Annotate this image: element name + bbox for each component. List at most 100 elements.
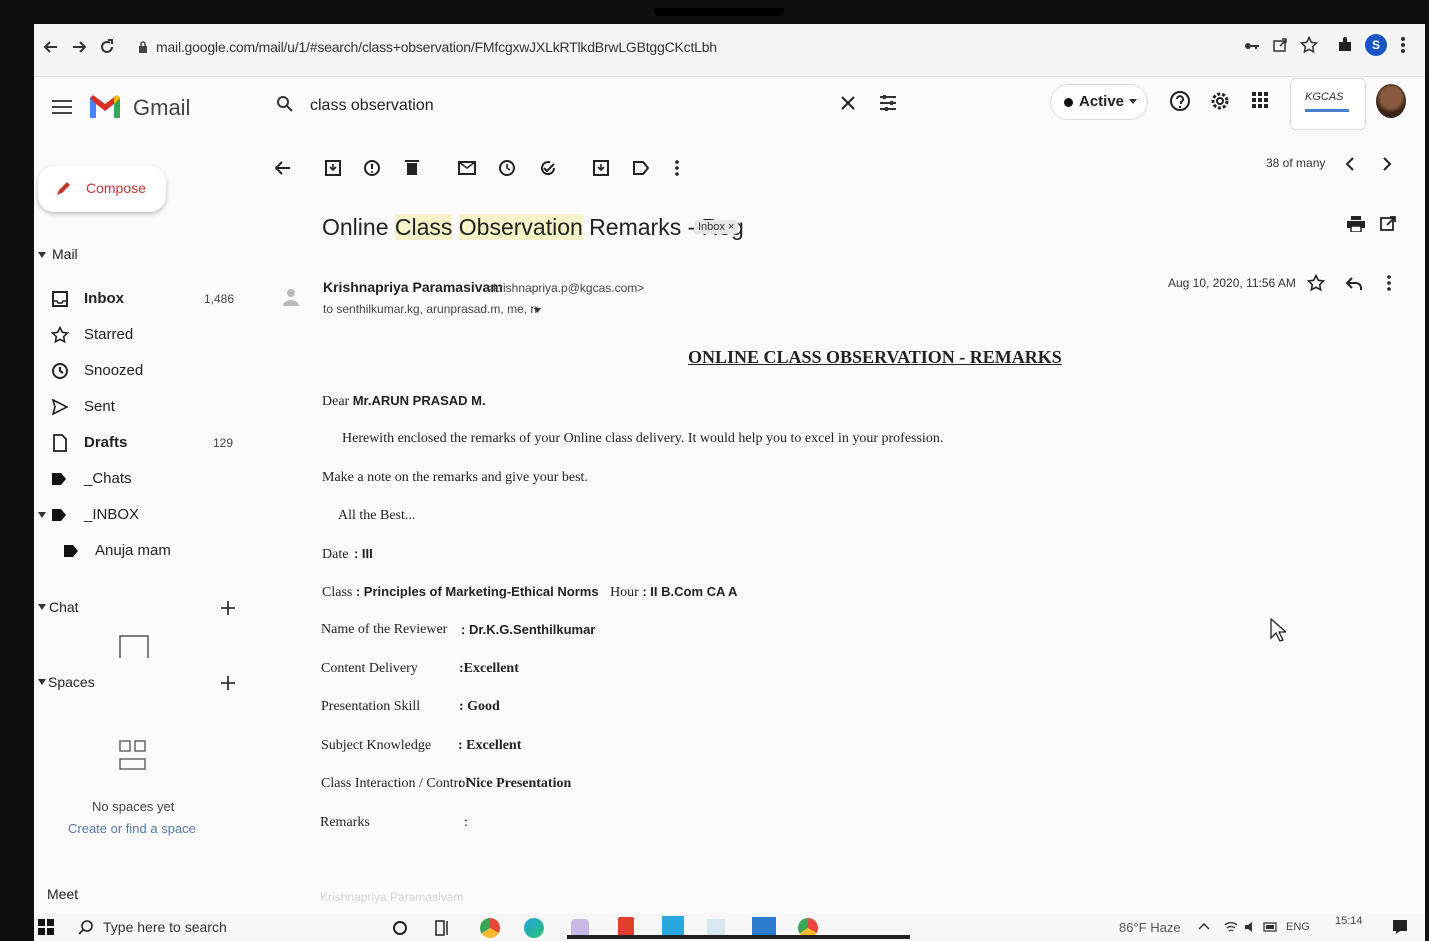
- label-as-icon[interactable]: [633, 161, 649, 175]
- spaces-empty-icon: [118, 739, 148, 775]
- status-button[interactable]: Active: [1050, 84, 1148, 120]
- bookmark-star-icon[interactable]: [1300, 36, 1318, 54]
- gmail-logo-icon[interactable]: [88, 92, 122, 120]
- sidebar-item-drafts[interactable]: Drafts 129: [50, 432, 260, 456]
- notifications-icon[interactable]: [1392, 919, 1408, 935]
- forward-arrow-icon[interactable]: [70, 38, 88, 56]
- search-input[interactable]: class observation: [310, 97, 434, 115]
- message-more-icon[interactable]: [1387, 275, 1391, 291]
- sidebar-item-label: Drafts: [84, 434, 128, 451]
- new-space-plus-icon[interactable]: [220, 675, 236, 691]
- settings-gear-icon[interactable]: [1209, 90, 1231, 112]
- sidebar-item-anuja-mam[interactable]: Anuja mam: [62, 540, 260, 564]
- search-options-icon[interactable]: [878, 93, 898, 113]
- chevron-left-icon[interactable]: [1345, 156, 1355, 172]
- weather-text[interactable]: 86°F Haze: [1119, 920, 1181, 935]
- edge-app-icon[interactable]: [524, 918, 544, 938]
- chat-section-label: Chat: [49, 599, 79, 615]
- label-icon: [52, 509, 66, 521]
- profile-avatar[interactable]: S: [1365, 34, 1387, 56]
- star-message-icon[interactable]: [1307, 274, 1325, 292]
- chat-collapse-icon[interactable]: [38, 604, 46, 610]
- inbox-label-badge[interactable]: Inbox ×: [694, 220, 739, 234]
- browser-toolbar: mail.google.com/mail/u/1/#search/class+o…: [34, 24, 1425, 77]
- new-chat-plus-icon[interactable]: [220, 600, 236, 616]
- print-icon[interactable]: [1347, 216, 1365, 232]
- add-to-tasks-icon[interactable]: [539, 159, 557, 177]
- subject-part: Online: [322, 214, 395, 240]
- battery-icon[interactable]: [1263, 922, 1279, 932]
- content-delivery-label: Content Delivery: [321, 661, 418, 676]
- recipients-text: to senthilkumar.kg, arunprasad.m, me, rr: [323, 302, 539, 316]
- move-to-icon[interactable]: [593, 160, 609, 176]
- sidebar-item-label: Snoozed: [84, 362, 144, 379]
- help-icon[interactable]: [1169, 90, 1191, 112]
- sidebar-item-chats[interactable]: _Chats: [50, 468, 260, 492]
- search-icon[interactable]: [276, 95, 294, 113]
- body-line-2: Make a note on the remarks and give your…: [322, 470, 588, 485]
- spaces-collapse-icon[interactable]: [38, 679, 46, 685]
- org-logo[interactable]: KGCAS: [1290, 78, 1366, 130]
- clear-search-icon[interactable]: [840, 95, 856, 111]
- sidebar-item-label: Inbox: [84, 290, 124, 307]
- sidebar-item-starred[interactable]: Starred: [50, 324, 260, 348]
- sidebar-item-sent[interactable]: Sent: [50, 396, 260, 420]
- sidebar-item-label: _INBOX: [84, 506, 140, 523]
- draft-file-icon: [53, 434, 67, 452]
- main-menu-icon[interactable]: [52, 99, 72, 115]
- back-arrow-icon[interactable]: [42, 38, 60, 56]
- class-interaction-label: Class Interaction / Control: [321, 776, 470, 791]
- clock-time[interactable]: 15:14: [1335, 915, 1363, 927]
- address-bar[interactable]: mail.google.com/mail/u/1/#search/class+o…: [156, 39, 717, 55]
- compose-button[interactable]: Compose: [38, 166, 166, 212]
- status-label: Active: [1079, 93, 1125, 110]
- sidebar-item-inbox-label[interactable]: _INBOX: [38, 504, 260, 528]
- snooze-clock-icon[interactable]: [499, 160, 515, 176]
- signature-text: Krishnapriya Paramasivam: [320, 890, 464, 904]
- no-spaces-text: No spaces yet: [92, 799, 175, 814]
- create-space-link[interactable]: Create or find a space: [68, 821, 196, 836]
- class-row: Class : Principles of Marketing-Ethical …: [322, 584, 737, 601]
- volume-icon[interactable]: [1244, 921, 1258, 933]
- apps-grid-icon[interactable]: [1252, 92, 1268, 108]
- mail-collapse-icon[interactable]: [38, 252, 46, 258]
- open-new-window-icon[interactable]: [1380, 216, 1396, 232]
- chevron-right-icon[interactable]: [1382, 156, 1392, 172]
- label-icon: [52, 473, 66, 485]
- sidebar-item-inbox[interactable]: Inbox 1,486: [50, 288, 260, 312]
- reload-icon[interactable]: [98, 38, 116, 56]
- recipients-dropdown-icon[interactable]: [534, 308, 541, 313]
- archive-icon[interactable]: [325, 160, 341, 176]
- sidebar-item-count: 1,486: [204, 292, 235, 306]
- browser-menu-icon[interactable]: [1400, 36, 1406, 54]
- account-avatar[interactable]: [1376, 84, 1406, 118]
- windows-start-icon[interactable]: [38, 919, 54, 935]
- share-icon[interactable]: [1272, 37, 1288, 53]
- wifi-icon[interactable]: [1224, 921, 1238, 933]
- gmail-wordmark: Gmail: [133, 95, 191, 120]
- task-view-icon[interactable]: [435, 919, 451, 937]
- taskbar-search-icon[interactable]: [78, 919, 94, 935]
- language-indicator[interactable]: ENG: [1286, 921, 1310, 933]
- delete-trash-icon[interactable]: [405, 159, 419, 176]
- extensions-icon[interactable]: [1337, 36, 1353, 54]
- mail-app-icon[interactable]: [752, 917, 776, 937]
- key-icon[interactable]: [1244, 38, 1260, 54]
- more-options-icon[interactable]: [675, 160, 679, 176]
- report-spam-icon[interactable]: [364, 160, 380, 176]
- greeting-label: Dear: [322, 394, 350, 409]
- subject-part: [452, 214, 458, 240]
- sender-name[interactable]: Krishnapriya Paramasivam: [323, 279, 503, 295]
- tray-chevron-up-icon[interactable]: [1198, 922, 1210, 930]
- remarks-value: :: [464, 815, 468, 830]
- mark-unread-icon[interactable]: [458, 161, 476, 175]
- taskbar-search-input[interactable]: Type here to search: [103, 919, 227, 935]
- send-icon: [52, 399, 68, 415]
- cortana-icon[interactable]: [392, 920, 408, 936]
- expand-arrow-icon[interactable]: [38, 512, 46, 518]
- reply-icon[interactable]: [1345, 275, 1363, 291]
- content-delivery-value: :Excellent: [459, 661, 519, 676]
- sidebar-item-snoozed[interactable]: Snoozed: [50, 360, 260, 384]
- back-to-list-icon[interactable]: [274, 160, 292, 176]
- chrome-app-icon[interactable]: [480, 918, 500, 938]
